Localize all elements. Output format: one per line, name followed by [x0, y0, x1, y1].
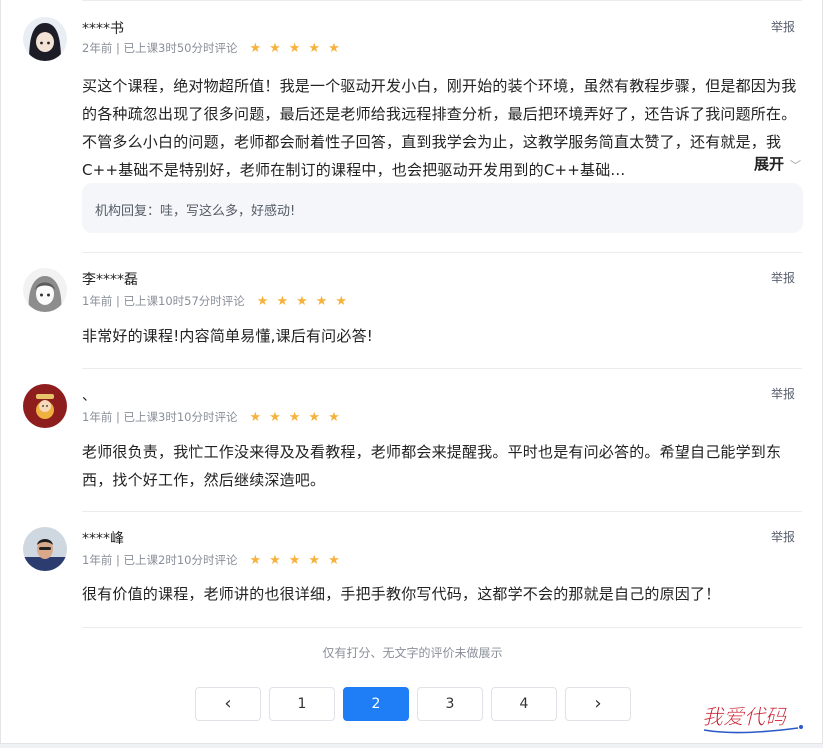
review-time: 1年前 | 已上课2时10分时评论: [82, 553, 238, 567]
star-icon: ★: [269, 552, 281, 568]
username: 、: [82, 388, 96, 404]
next-page-button[interactable]: ›: [565, 687, 631, 721]
divider: [82, 368, 802, 369]
page-button-4[interactable]: 4: [491, 687, 557, 721]
star-rating: ★ ★ ★ ★ ★: [257, 295, 347, 308]
star-icon: ★: [335, 293, 348, 309]
star-icon: ★: [249, 552, 262, 568]
prev-page-button[interactable]: ‹: [195, 687, 261, 721]
username: ****峰: [82, 531, 124, 547]
star-icon: ★: [328, 552, 340, 568]
review-content: 很有价值的课程，老师讲的也很详细，手把手教你写代码，这都学不会的那就是自己的原因…: [82, 585, 721, 603]
review-panel: ****书 2年前 | 已上课3时50分时评论 ★ ★ ★ ★ ★ 举报 买这个课程，绝…: [0, 0, 823, 744]
review-time: 1年前 | 已上课10时57分时评论: [82, 294, 245, 308]
avatar[interactable]: [23, 17, 67, 61]
star-icon: ★: [296, 293, 308, 309]
divider: [82, 252, 802, 253]
star-icon: ★: [276, 293, 289, 309]
institution-reply: 机构回复：哇，写这么多，好感动!: [82, 183, 803, 233]
star-rating: ★ ★ ★ ★ ★: [249, 411, 339, 424]
star-icon: ★: [328, 40, 340, 56]
expand-button[interactable]: 展开 ﹀: [725, 150, 801, 180]
star-icon: ★: [269, 40, 281, 56]
avatar[interactable]: [23, 268, 67, 312]
star-icon: ★: [256, 293, 269, 309]
star-icon: ★: [308, 40, 321, 56]
star-icon: ★: [249, 40, 262, 56]
review-meta: 1年前 | 已上课3时10分时评论 ★ ★ ★ ★ ★: [82, 409, 340, 425]
divider: [82, 627, 802, 628]
star-icon: ★: [308, 552, 321, 568]
star-icon: ★: [249, 409, 262, 425]
divider: [82, 0, 802, 1]
star-icon: ★: [315, 293, 328, 309]
hidden-reviews-note: 仅有打分、无文字的评价未做展示: [322, 646, 503, 660]
star-rating: ★ ★ ★ ★ ★: [249, 554, 339, 567]
report-button[interactable]: 举报: [771, 385, 795, 402]
expand-label: 展开: [753, 155, 784, 173]
report-button[interactable]: 举报: [771, 269, 795, 286]
review-time: 1年前 | 已上课3时10分时评论: [82, 410, 238, 424]
star-icon: ★: [288, 552, 301, 568]
page-button-1[interactable]: 1: [269, 687, 335, 721]
report-button[interactable]: 举报: [771, 18, 795, 35]
chevron-down-icon: ﹀: [790, 159, 801, 172]
page-button-2[interactable]: 2: [343, 687, 409, 721]
avatar[interactable]: [23, 527, 67, 571]
page-button-3[interactable]: 3: [417, 687, 483, 721]
review-meta: 1年前 | 已上课2时10分时评论 ★ ★ ★ ★ ★: [82, 552, 340, 568]
review-content: 老师很负责，我忙工作没来得及及看教程，老师都会来提醒我。平时也是有问必答的。希望…: [82, 443, 782, 489]
review-content: 买这个课程，绝对物超所值！我是一个驱动开发小白，刚开始的装个环境，虽然有教程步骤…: [82, 77, 797, 179]
avatar[interactable]: [23, 384, 67, 428]
star-icon: ★: [288, 409, 301, 425]
star-rating: ★ ★ ★ ★ ★: [249, 42, 339, 55]
username: 李****磊: [82, 272, 138, 288]
report-button[interactable]: 举报: [771, 528, 795, 545]
chevron-left-icon: ‹: [224, 693, 232, 714]
review-meta: 2年前 | 已上课3时50分时评论 ★ ★ ★ ★ ★: [82, 40, 340, 56]
review-content: 非常好的课程!内容简单易懂,课后有问必答!: [82, 327, 373, 345]
chevron-right-icon: ›: [594, 693, 602, 714]
star-icon: ★: [269, 409, 281, 425]
review-meta: 1年前 | 已上课10时57分时评论 ★ ★ ★ ★ ★: [82, 293, 347, 309]
star-icon: ★: [328, 409, 340, 425]
star-icon: ★: [288, 40, 301, 56]
svg-text:我爱代码: 我爱代码: [702, 705, 788, 729]
divider: [82, 511, 802, 512]
review-time: 2年前 | 已上课3时50分时评论: [82, 41, 238, 55]
username: ****书: [82, 21, 124, 37]
watermark-logo: 我爱代码: [698, 697, 808, 737]
star-icon: ★: [308, 409, 321, 425]
